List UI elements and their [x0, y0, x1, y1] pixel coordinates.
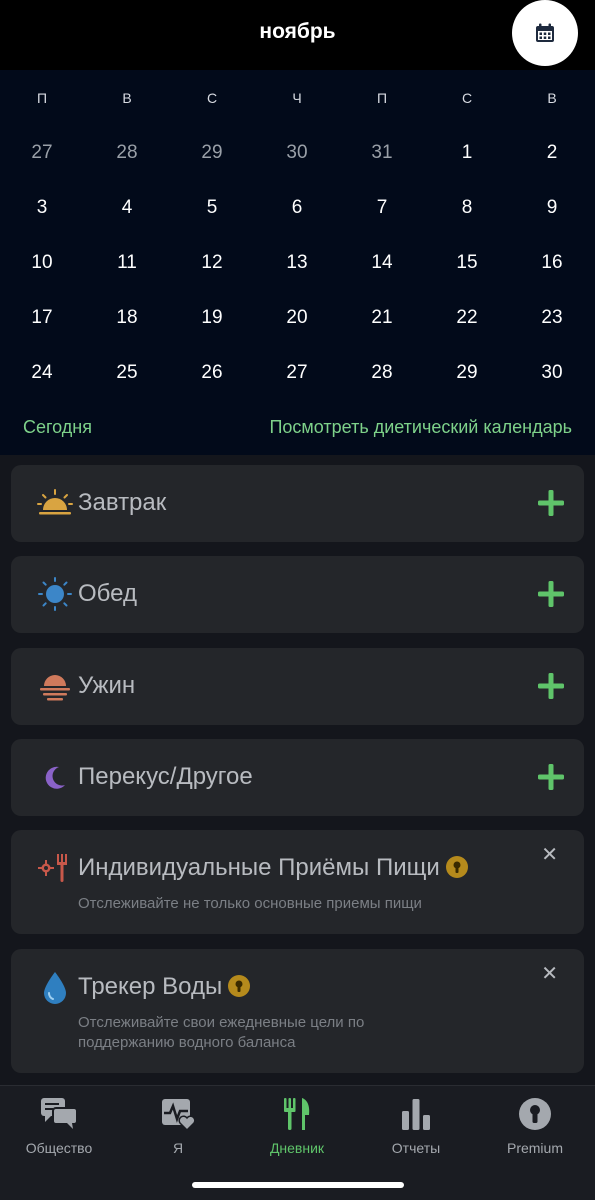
promo-title-text: Трекер Воды [78, 973, 223, 1000]
diary-screen: ноябрь П В С Ч П С В 27 28 29 30 31 1 2 … [0, 0, 595, 1200]
add-breakfast-button[interactable] [536, 488, 566, 518]
calendar-day[interactable]: 30 [267, 142, 327, 164]
nav-label: Общество [25, 1140, 93, 1156]
calendar-day[interactable]: 17 [12, 307, 72, 329]
month-title: ноябрь [259, 20, 336, 43]
close-icon[interactable]: ✕ [541, 961, 558, 986]
meal-card-lunch[interactable]: Обед [11, 556, 584, 633]
sun-icon [37, 576, 73, 612]
calendar-links: Сегодня Посмотреть диетический календарь [0, 417, 595, 441]
sunset-icon [37, 668, 73, 704]
premium-lock-icon [228, 974, 251, 997]
promo-subtitle: Отслеживайте свои ежедневные цели по под… [78, 1014, 365, 1051]
calendar-icon [536, 23, 554, 42]
calendar-day[interactable]: 6 [267, 197, 327, 219]
fork-knife-icon [284, 1098, 310, 1130]
calendar-day[interactable]: 13 [267, 252, 327, 274]
calendar-day[interactable]: 5 [182, 197, 242, 219]
meal-label: Завтрак [78, 489, 167, 516]
utensils-settings-icon [37, 850, 73, 886]
calendar-day[interactable]: 24 [12, 362, 72, 384]
weekday-label: С [461, 90, 473, 106]
heart-monitor-icon [162, 1099, 196, 1131]
diet-calendar-link[interactable]: Посмотреть диетический календарь [269, 417, 572, 438]
calendar-day[interactable]: 10 [12, 252, 72, 274]
calendar-day[interactable]: 21 [352, 307, 412, 329]
calendar-day[interactable]: 4 [97, 197, 157, 219]
nav-label: Дневник [269, 1140, 325, 1156]
meal-card-breakfast[interactable]: Завтрак [11, 465, 584, 542]
premium-lock-icon [519, 1098, 551, 1130]
calendar-day[interactable]: 1 [437, 142, 497, 164]
sunrise-icon [37, 485, 73, 521]
calendar-day[interactable]: 7 [352, 197, 412, 219]
promo-title-text: Индивидуальные Приёмы Пищи [78, 854, 440, 881]
calendar-day[interactable]: 28 [352, 362, 412, 384]
calendar-day[interactable]: 3 [12, 197, 72, 219]
custom-meals-promo-card[interactable]: Индивидуальные Приёмы Пищи ✕ Отслеживайт… [11, 830, 584, 934]
calendar-day[interactable]: 30 [522, 362, 582, 384]
today-link[interactable]: Сегодня [23, 417, 92, 438]
weekday-label: П [36, 90, 48, 106]
premium-lock-icon [445, 855, 468, 878]
calendar-day[interactable]: 27 [12, 142, 72, 164]
calendar-day[interactable]: 9 [522, 197, 582, 219]
weekday-label: В [547, 90, 557, 106]
calendar-day[interactable]: 8 [437, 197, 497, 219]
calendar-day[interactable]: 27 [267, 362, 327, 384]
close-icon[interactable]: ✕ [541, 842, 558, 867]
meal-label: Обед [78, 580, 137, 607]
water-tracker-promo-card[interactable]: Трекер Воды ✕ Отслеживайте свои ежедневн… [11, 949, 584, 1073]
calendar-day[interactable]: 29 [437, 362, 497, 384]
weekday-label: В [122, 90, 132, 106]
nav-label: Отчеты [391, 1140, 441, 1156]
add-snack-button[interactable] [536, 762, 566, 792]
nav-me[interactable]: Я [123, 1096, 233, 1156]
calendar-day[interactable]: 23 [522, 307, 582, 329]
calendar-day[interactable]: 20 [267, 307, 327, 329]
weekday-header: П В С Ч П С В [0, 90, 595, 110]
bar-chart-icon [402, 1099, 430, 1130]
promo-title: Трекер Воды [78, 973, 251, 1001]
water-drop-icon [37, 969, 73, 1005]
month-calendar: П В С Ч П С В 27 28 29 30 31 1 2 3 4 5 6… [0, 70, 595, 455]
chat-bubbles-icon [41, 1098, 78, 1129]
calendar-day[interactable]: 28 [97, 142, 157, 164]
calendar-day[interactable]: 31 [352, 142, 412, 164]
calendar-day[interactable]: 15 [437, 252, 497, 274]
nav-reports[interactable]: Отчеты [361, 1096, 471, 1156]
nav-label: Я [172, 1140, 184, 1156]
meal-label: Перекус/Другое [78, 763, 253, 790]
calendar-day[interactable]: 19 [182, 307, 242, 329]
calendar-day[interactable]: 14 [352, 252, 412, 274]
calendar-day[interactable]: 11 [97, 252, 157, 274]
calendar-day[interactable]: 22 [437, 307, 497, 329]
nav-premium[interactable]: Premium [480, 1096, 590, 1156]
moon-icon [37, 759, 73, 795]
calendar-button[interactable] [512, 0, 578, 66]
calendar-day[interactable]: 2 [522, 142, 582, 164]
calendar-day[interactable]: 18 [97, 307, 157, 329]
add-lunch-button[interactable] [536, 579, 566, 609]
add-dinner-button[interactable] [536, 671, 566, 701]
promo-subtitle: Отслеживайте не только основные приемы п… [78, 895, 422, 912]
nav-label: Premium [506, 1140, 563, 1156]
meal-label: Ужин [78, 672, 136, 699]
calendar-day[interactable]: 29 [182, 142, 242, 164]
nav-community[interactable]: Общество [4, 1096, 114, 1156]
promo-title: Индивидуальные Приёмы Пищи [78, 854, 468, 882]
weekday-label: П [376, 90, 388, 106]
calendar-day[interactable]: 12 [182, 252, 242, 274]
header-bar: ноябрь [0, 0, 595, 70]
weekday-label: С [206, 90, 218, 106]
calendar-day[interactable]: 25 [97, 362, 157, 384]
meal-card-snack[interactable]: Перекус/Другое [11, 739, 584, 816]
home-indicator[interactable] [192, 1182, 404, 1188]
calendar-day[interactable]: 16 [522, 252, 582, 274]
nav-diary[interactable]: Дневник [242, 1096, 352, 1156]
weekday-label: Ч [292, 90, 302, 106]
calendar-day[interactable]: 26 [182, 362, 242, 384]
meal-card-dinner[interactable]: Ужин [11, 648, 584, 725]
